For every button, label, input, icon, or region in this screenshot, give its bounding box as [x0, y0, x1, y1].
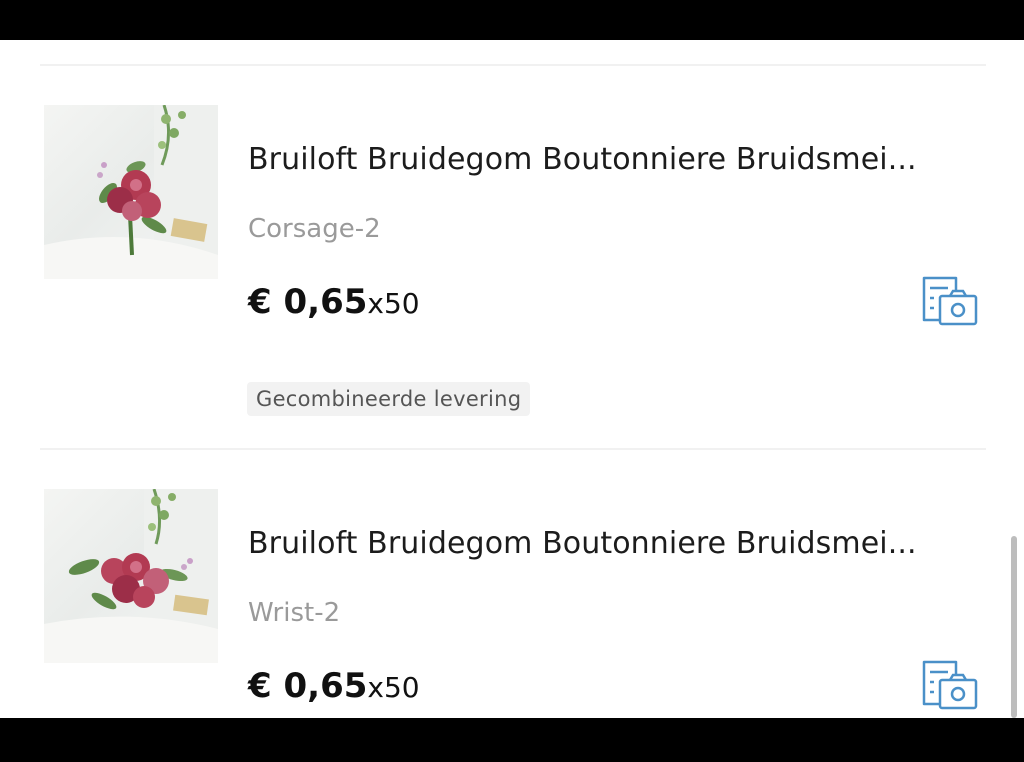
- price-amount: € 0,65: [248, 666, 368, 706]
- scrollbar[interactable]: [1011, 536, 1017, 718]
- top-black-bar: [0, 0, 1024, 40]
- product-price: € 0,65x50: [248, 282, 420, 322]
- product-title[interactable]: Bruiloft Bruidegom Boutonniere Bruidsmei…: [248, 142, 988, 177]
- list-item[interactable]: Bruiloft Bruidegom Boutonniere Bruidsmei…: [0, 64, 1024, 448]
- product-image-wrist[interactable]: [44, 489, 218, 663]
- product-price: € 0,65x50: [248, 666, 420, 706]
- price-quantity: x50: [367, 671, 420, 704]
- order-items-list: Bruiloft Bruidegom Boutonniere Bruidsmei…: [0, 40, 1024, 718]
- product-title[interactable]: Bruiloft Bruidegom Boutonniere Bruidsmei…: [248, 526, 988, 561]
- bottom-black-bar: [0, 718, 1024, 762]
- price-quantity: x50: [367, 287, 420, 320]
- photo-review-icon[interactable]: [918, 658, 980, 714]
- photo-review-icon[interactable]: [918, 274, 980, 330]
- price-amount: € 0,65: [248, 282, 368, 322]
- product-variant: Corsage-2: [248, 214, 381, 244]
- list-item[interactable]: Bruiloft Bruidegom Boutonniere Bruidsmei…: [0, 448, 1024, 718]
- combined-delivery-tag: Gecombineerde levering: [247, 382, 531, 416]
- product-variant: Wrist-2: [248, 598, 341, 628]
- product-image-corsage[interactable]: [44, 105, 218, 279]
